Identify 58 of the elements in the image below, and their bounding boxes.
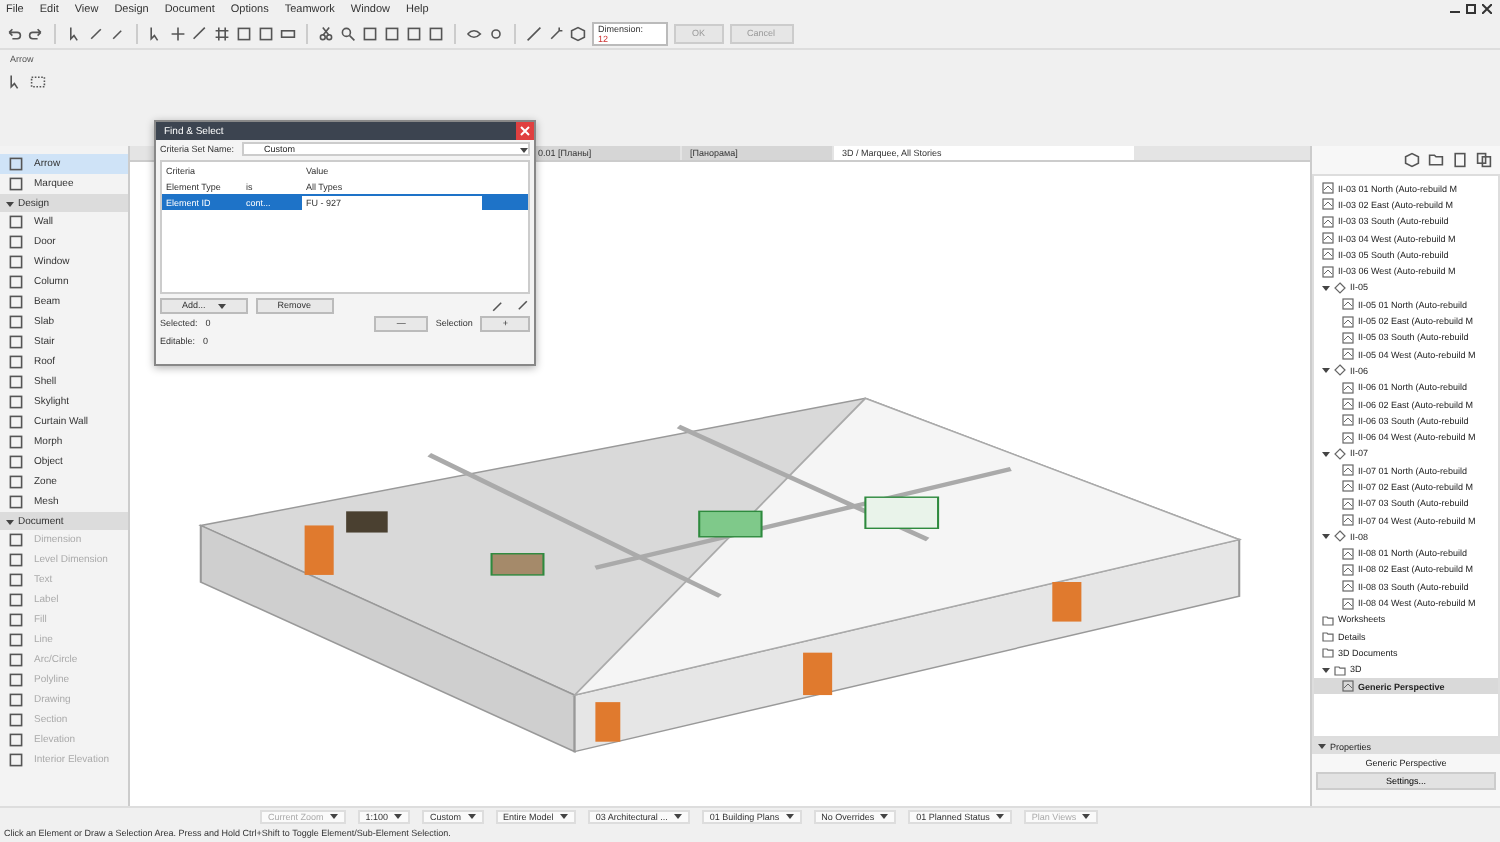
view-icon: [1342, 431, 1354, 444]
view-icon: [1342, 398, 1354, 410]
view-icon: [1342, 563, 1354, 576]
view-icon: [1322, 182, 1334, 195]
caret-icon: [329, 812, 338, 820]
caret-icon: [995, 812, 1004, 820]
restore-icon[interactable]: [1466, 4, 1476, 14]
story-icon: [1334, 364, 1346, 377]
view-icon: [1322, 248, 1334, 261]
expanded-caret-icon[interactable]: [1322, 449, 1330, 458]
search-icon[interactable]: [340, 25, 356, 41]
caret-icon: [520, 145, 528, 153]
expanded-caret-icon: [1318, 742, 1326, 750]
eye-icon[interactable]: [466, 25, 482, 41]
caret-icon: [559, 812, 568, 820]
story-icon: [1334, 447, 1346, 460]
story-icon: [1334, 281, 1346, 294]
grid-icon[interactable]: [214, 25, 230, 41]
view-icon: [1342, 514, 1354, 527]
caret-icon: [1082, 812, 1091, 820]
close-icon[interactable]: [1482, 4, 1492, 14]
view-icon: [1322, 215, 1334, 228]
caret-icon: [394, 812, 403, 820]
copy-icon[interactable]: [1476, 152, 1492, 168]
view-icon: [1342, 331, 1354, 344]
caret-icon: [785, 812, 794, 820]
expanded-caret-icon: [6, 199, 14, 207]
redo-icon[interactable]: [28, 25, 44, 41]
story-icon: [1334, 530, 1346, 543]
view-icon: [1342, 547, 1354, 560]
scissors-icon[interactable]: [318, 25, 334, 41]
view-icon: [1342, 381, 1354, 394]
caret-icon: [880, 812, 889, 820]
folder-icon[interactable]: [1428, 152, 1444, 168]
caret-icon: [673, 812, 682, 820]
view-icon: [1342, 580, 1354, 593]
caret-icon: [467, 812, 476, 820]
expanded-caret-icon[interactable]: [1322, 366, 1330, 375]
expanded-caret-icon[interactable]: [1322, 532, 1330, 541]
view-icon: [1342, 414, 1354, 427]
caret-icon: [217, 301, 226, 309]
expanded-caret-icon: [6, 517, 14, 525]
undo-icon[interactable]: [6, 25, 22, 41]
view-icon: [1342, 497, 1354, 510]
view-icon: [1322, 265, 1334, 278]
marquee-icon[interactable]: [30, 74, 46, 90]
view-icon: [1342, 680, 1354, 693]
expanded-caret-icon[interactable]: [1322, 283, 1330, 292]
view-icon: [1342, 298, 1354, 311]
view-icon: [1342, 597, 1354, 610]
selection-method-icon[interactable]: [8, 74, 24, 90]
view-icon: [1322, 198, 1334, 211]
expanded-caret-icon[interactable]: [1322, 665, 1330, 674]
view-icon: [1342, 315, 1354, 328]
view-icon: [1322, 232, 1334, 245]
view-icon: [1342, 480, 1354, 493]
view-icon: [1342, 348, 1354, 361]
view-icon: [1342, 464, 1354, 477]
